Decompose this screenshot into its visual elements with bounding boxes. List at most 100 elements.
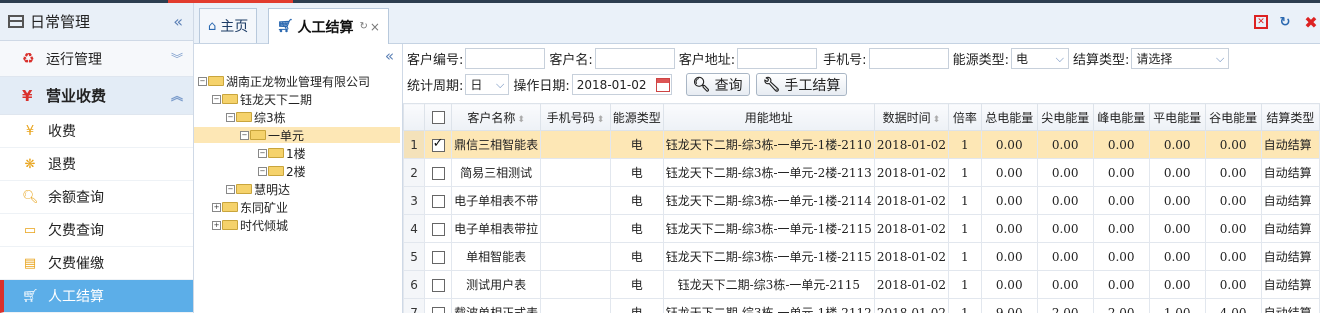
card-icon: ▭ xyxy=(23,222,37,238)
collapse-node-icon[interactable]: − xyxy=(226,184,235,194)
tree-node[interactable]: − 慧明达 xyxy=(226,181,290,197)
collapse-node-icon[interactable]: − xyxy=(198,76,207,86)
collapse-node-icon[interactable]: − xyxy=(258,166,267,176)
row-checkbox[interactable] xyxy=(431,136,445,152)
cell-jian: 2.00 xyxy=(1036,298,1094,313)
sidebar-group-billing[interactable]: ¥ 营业收费 ︽ xyxy=(0,77,193,115)
cell-gu: 0.00 xyxy=(1204,242,1262,271)
table-row[interactable]: 5 单相智能表 电钰龙天下二期-综3栋-一单元-1楼-2115 2018-01-02 1… xyxy=(403,242,1320,271)
tab-label: 主页 xyxy=(220,19,249,35)
filter-panel: 客户编号: 客户名: 客户地址: 手机号: 能源类型: 电 ⌵ 结算类型: 请选择… xyxy=(403,44,1320,102)
row-select-cell[interactable] xyxy=(424,158,453,187)
tree-node[interactable]: − 湖南正龙物业管理有限公司 xyxy=(198,73,370,89)
row-select-cell[interactable] xyxy=(424,214,453,243)
sidebar-item-manual-settlement[interactable]: 🛒︎ 人工结算 xyxy=(0,280,193,313)
row-checkbox[interactable] xyxy=(431,222,445,236)
sidebar-item-balance-query[interactable]: 🔍︎ 余额查询 xyxy=(0,181,193,214)
column-header[interactable]: 结算类型 xyxy=(1260,103,1320,131)
cell-time: 2018-01-02 xyxy=(873,270,950,299)
settle-type-select[interactable]: 请选择 ⌵ xyxy=(1131,48,1230,69)
phone-input[interactable] xyxy=(868,48,949,69)
row-select-cell[interactable] xyxy=(424,298,453,313)
expand-node-icon[interactable]: + xyxy=(212,220,221,230)
cell-feng: 0.00 xyxy=(1092,130,1150,159)
energy-type-label: 能源类型: xyxy=(952,53,1009,68)
row-select-cell[interactable] xyxy=(424,270,453,299)
collapse-node-icon[interactable]: − xyxy=(258,148,267,158)
table-row[interactable]: 6 测试用户表电钰龙天下二期-综3栋-一单元-2115 2018-01-02 1 0.0… xyxy=(403,270,1320,299)
window-icon xyxy=(8,15,24,28)
select-all-header[interactable] xyxy=(424,103,453,131)
sidebar-item-arrears-query[interactable]: ▭ 欠费查询 xyxy=(0,214,193,247)
folder-icon xyxy=(250,130,266,140)
cell-total: 0.00 xyxy=(980,242,1038,271)
manual-settle-button[interactable]: 🔧︎ 手工结算 xyxy=(755,73,848,96)
column-header[interactable]: 尖电能量 xyxy=(1036,103,1094,131)
column-header[interactable]: 数据时间 ⬍ xyxy=(873,103,950,131)
tab-close-icon[interactable]: × xyxy=(370,20,380,34)
folder-icon xyxy=(222,94,238,104)
tree-node-selected[interactable]: − 一单元 xyxy=(194,127,400,143)
table-row[interactable]: 3 电子单相表不带 电钰龙天下二期-综3栋-一单元-1楼-2114 2018-01-0… xyxy=(403,186,1320,215)
expand-node-icon[interactable]: + xyxy=(212,202,221,212)
collapse-node-icon[interactable]: − xyxy=(212,94,221,104)
tab-refresh-icon[interactable]: ↻ xyxy=(360,21,368,32)
column-header[interactable]: 峰电能量 xyxy=(1092,103,1150,131)
table-row[interactable]: 2 简易三相测试 电钰龙天下二期-综3栋-一单元-2楼-2113 2018-01-02… xyxy=(403,158,1320,187)
yen-icon: ¥ xyxy=(25,123,35,139)
customer-addr-input[interactable] xyxy=(737,48,818,69)
collapse-node-icon[interactable]: − xyxy=(226,112,235,122)
close-all-icon[interactable]: ✖ xyxy=(1302,13,1320,32)
energy-type-select[interactable]: 电 ⌵ xyxy=(1010,48,1069,69)
column-header[interactable]: 手机号码 ⬍ xyxy=(540,103,611,131)
cell-name: 电子单相表不带 xyxy=(451,186,542,215)
row-select-cell[interactable] xyxy=(424,186,453,215)
tree-node[interactable]: − 钰龙天下二期 xyxy=(212,91,312,107)
tree-node[interactable]: + 时代倾城 xyxy=(212,217,288,233)
refresh-icon[interactable]: ↻ xyxy=(1276,13,1294,31)
sidebar-item-arrears-reminder[interactable]: ▤ 欠费催缴 xyxy=(0,247,193,280)
row-select-cell[interactable] xyxy=(424,242,453,271)
cell-addr: 钰龙天下二期-综3栋-一单元-1楼-2115 xyxy=(662,214,875,243)
table-row[interactable]: 7 载波单相正式表 电钰龙天下二期-综3栋-一单元-1楼-2112 2018-01-0… xyxy=(403,298,1320,313)
query-button[interactable]: 🔍︎ 查询 xyxy=(685,73,750,96)
row-checkbox[interactable] xyxy=(431,278,445,292)
column-header[interactable]: 能源类型 xyxy=(609,103,664,131)
row-checkbox[interactable] xyxy=(431,306,445,313)
row-checkbox[interactable] xyxy=(431,250,445,264)
column-header[interactable]: 谷电能量 xyxy=(1204,103,1262,131)
period-select[interactable]: 日 ⌵ xyxy=(465,74,510,95)
cell-addr: 钰龙天下二期-综3栋-一单元-1楼-2112 xyxy=(662,298,875,313)
tab-manual-settlement[interactable]: 🛒︎ 人工结算 ↻ × xyxy=(268,8,389,44)
close-tab-icon[interactable]: ✕ xyxy=(1254,15,1268,29)
row-checkbox[interactable] xyxy=(431,194,445,208)
select-all-checkbox[interactable] xyxy=(431,111,445,124)
sidebar-item-refund[interactable]: ❋ 退费 xyxy=(0,148,193,181)
calendar-icon[interactable] xyxy=(655,77,670,92)
tab-home[interactable]: ⌂ 主页 xyxy=(199,8,258,43)
sidebar-group-operation[interactable]: ♻ 运行管理 ︾ xyxy=(0,41,193,77)
tree-node[interactable]: − 综3栋 xyxy=(226,109,286,125)
sort-icon[interactable]: ⬍ xyxy=(597,115,605,125)
column-header[interactable]: 客户名称 ⬍ xyxy=(451,103,542,131)
sort-icon[interactable]: ⬍ xyxy=(933,115,941,125)
column-header[interactable]: 倍率 xyxy=(948,103,982,131)
table-row[interactable]: 4 电子单相表带拉 电钰龙天下二期-综3栋-一单元-1楼-2115 2018-01-0… xyxy=(403,214,1320,243)
column-header[interactable]: 用能地址 xyxy=(662,103,875,131)
sort-icon[interactable]: ⬍ xyxy=(517,115,525,125)
customer-name-input[interactable] xyxy=(594,48,675,69)
column-header[interactable]: 总电能量 xyxy=(980,103,1038,131)
tree-node[interactable]: −2楼 xyxy=(258,163,306,179)
sidebar-item-charge[interactable]: ¥ 收费 xyxy=(0,115,193,148)
collapse-tree-icon[interactable]: « xyxy=(385,47,394,65)
folder-icon xyxy=(208,76,224,86)
row-select-cell[interactable] xyxy=(424,130,453,159)
column-header[interactable]: 平电能量 xyxy=(1148,103,1206,131)
collapse-node-icon[interactable]: − xyxy=(240,130,249,140)
tree-node[interactable]: + 东同矿业 xyxy=(212,199,288,215)
row-checkbox[interactable] xyxy=(431,166,445,180)
tree-node[interactable]: −1楼 xyxy=(258,145,306,161)
customer-no-input[interactable] xyxy=(465,48,546,69)
collapse-sidebar-icon[interactable]: « xyxy=(173,12,183,31)
table-row[interactable]: 1 鼎信三相智能表 电钰龙天下二期-综3栋-一单元-1楼-21102018-01-0… xyxy=(403,130,1320,159)
